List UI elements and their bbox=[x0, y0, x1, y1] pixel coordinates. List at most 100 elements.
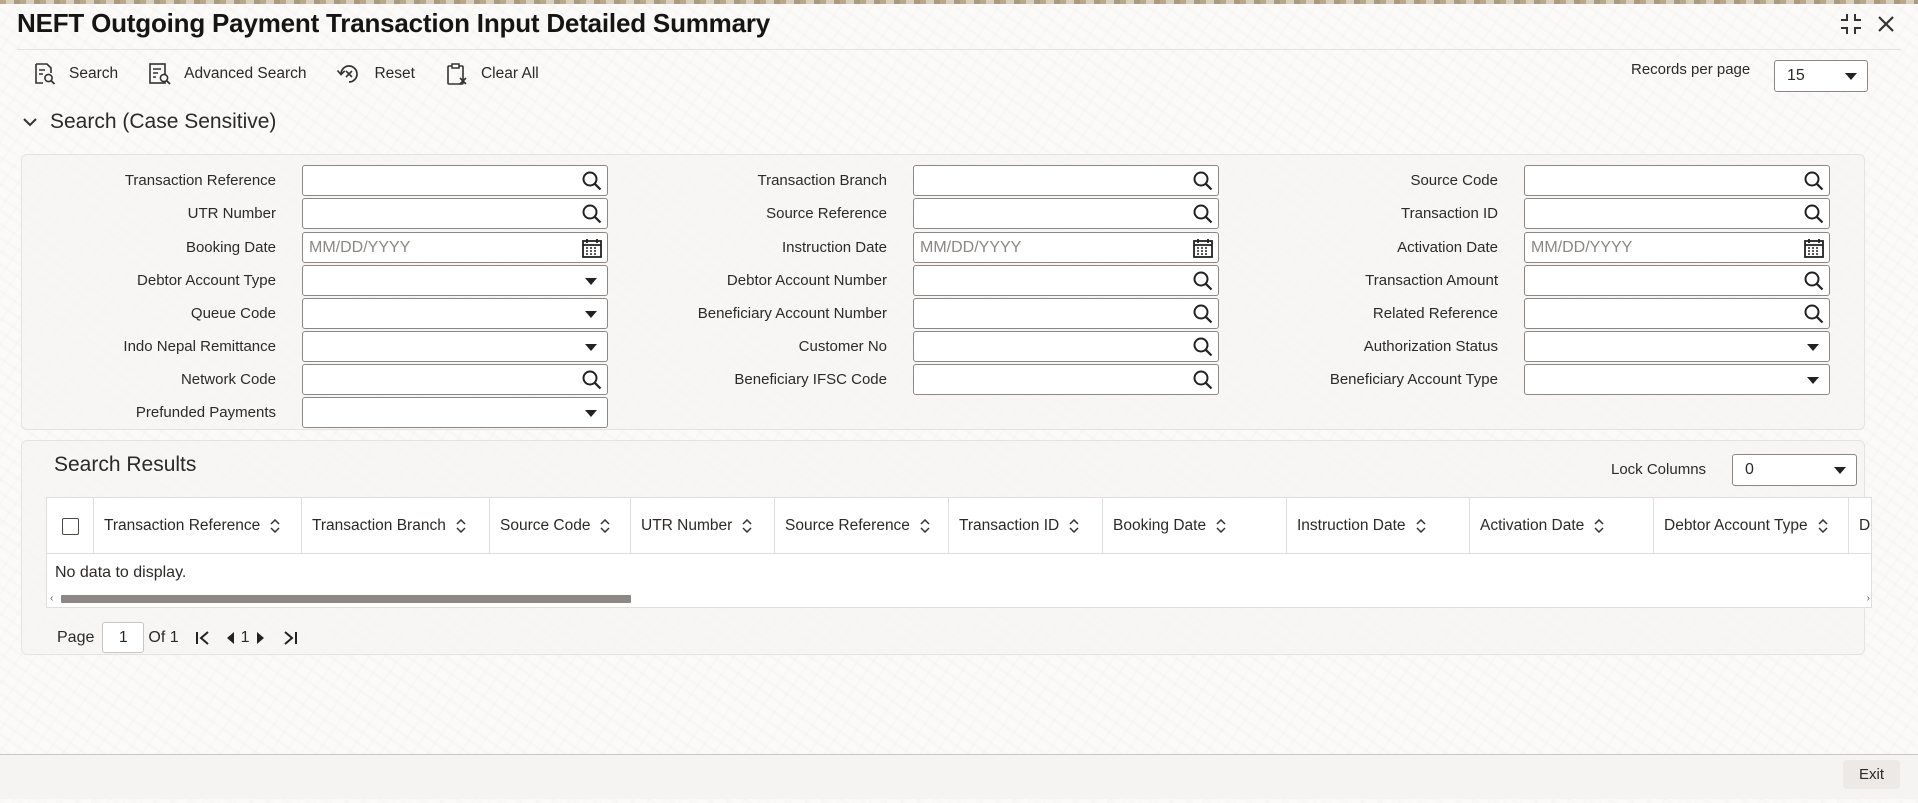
search-icon[interactable] bbox=[581, 369, 603, 391]
advanced-search-button[interactable]: Advanced Search bbox=[148, 62, 306, 86]
exit-button-label: Exit bbox=[1858, 766, 1884, 783]
calendar-icon[interactable] bbox=[1192, 237, 1214, 259]
page-number-value: 1 bbox=[118, 628, 128, 646]
column-header-label: De bbox=[1859, 517, 1871, 534]
scrollbar-thumb[interactable] bbox=[61, 595, 631, 603]
column-header-label: UTR Number bbox=[641, 517, 733, 534]
records-per-page-label: Records per page bbox=[1631, 61, 1751, 78]
chevron-down-icon bbox=[585, 278, 597, 285]
page-number-input[interactable]: 1 bbox=[102, 622, 145, 653]
calendar-icon[interactable] bbox=[581, 237, 603, 259]
page-of-label: Of 1 bbox=[148, 628, 179, 646]
advanced-search-button-label: Advanced Search bbox=[184, 65, 307, 82]
utr-number-input[interactable] bbox=[302, 198, 608, 229]
column-header-source-reference[interactable]: Source Reference bbox=[775, 498, 949, 554]
related-reference-input[interactable] bbox=[1524, 298, 1830, 329]
column-header-booking-date[interactable]: Booking Date bbox=[1103, 498, 1287, 554]
beneficiary-ifsc-code-label: Beneficiary IFSC Code bbox=[734, 371, 887, 388]
activation-date-input[interactable]: MM/DD/YYYY bbox=[1524, 232, 1830, 263]
search-icon[interactable] bbox=[1803, 270, 1825, 292]
maximize-icon[interactable] bbox=[1838, 11, 1864, 43]
search-icon[interactable] bbox=[1803, 170, 1825, 192]
records-per-page-select[interactable]: 15 bbox=[1774, 60, 1868, 92]
debtor-account-number-input[interactable] bbox=[913, 265, 1219, 296]
advanced-search-icon bbox=[149, 63, 171, 85]
results-grid: Transaction Reference Transaction Branch… bbox=[46, 497, 1872, 608]
lock-columns-select[interactable]: 0 bbox=[1732, 454, 1857, 486]
records-per-page-value: 15 bbox=[1787, 67, 1805, 84]
debtor-account-type-select[interactable] bbox=[302, 265, 608, 296]
reset-button[interactable]: Reset bbox=[336, 62, 415, 86]
beneficiary-account-type-select[interactable] bbox=[1524, 364, 1830, 395]
chevron-down-icon bbox=[1834, 467, 1846, 474]
current-page-number: 1 bbox=[240, 628, 250, 646]
search-icon[interactable] bbox=[1192, 170, 1214, 192]
column-header-transaction-reference[interactable]: Transaction Reference bbox=[94, 498, 302, 554]
search-icon[interactable] bbox=[1192, 303, 1214, 325]
search-icon[interactable] bbox=[581, 203, 603, 225]
toolbar: Search Advanced Search Reset Clear All bbox=[33, 62, 569, 86]
column-header-instruction-date[interactable]: Instruction Date bbox=[1287, 498, 1470, 554]
sort-icon bbox=[742, 519, 752, 533]
queue-code-select[interactable] bbox=[302, 298, 608, 329]
indo-nepal-remittance-select[interactable] bbox=[302, 331, 608, 362]
reset-button-label: Reset bbox=[374, 65, 415, 82]
source-code-input[interactable] bbox=[1524, 165, 1830, 196]
prefunded-payments-select[interactable] bbox=[302, 397, 608, 428]
scroll-right-icon[interactable]: › bbox=[1867, 593, 1870, 604]
empty-state-message: No data to display. bbox=[55, 564, 187, 581]
prefunded-payments-label: Prefunded Payments bbox=[135, 404, 276, 421]
transaction-amount-input[interactable] bbox=[1524, 265, 1830, 296]
beneficiary-ifsc-code-input[interactable] bbox=[913, 364, 1219, 395]
network-code-input[interactable] bbox=[302, 364, 608, 395]
transaction-branch-input[interactable] bbox=[913, 165, 1219, 196]
close-icon[interactable] bbox=[1876, 14, 1896, 40]
column-header-source-code[interactable]: Source Code bbox=[490, 498, 631, 554]
authorization-status-select[interactable] bbox=[1524, 331, 1830, 362]
page-label: Page bbox=[57, 628, 95, 646]
transaction-id-label: Transaction ID bbox=[1401, 205, 1498, 222]
column-header-truncated[interactable]: De bbox=[1849, 498, 1871, 554]
next-page-icon[interactable] bbox=[256, 631, 266, 645]
transaction-id-input[interactable] bbox=[1524, 198, 1830, 229]
sort-icon bbox=[1416, 519, 1426, 533]
column-header-transaction-id[interactable]: Transaction ID bbox=[949, 498, 1103, 554]
related-reference-label: Related Reference bbox=[1372, 305, 1498, 322]
column-header-activation-date[interactable]: Activation Date bbox=[1470, 498, 1654, 554]
search-icon[interactable] bbox=[1192, 203, 1214, 225]
source-reference-input[interactable] bbox=[913, 198, 1219, 229]
authorization-status-label: Authorization Status bbox=[1363, 338, 1498, 355]
search-button[interactable]: Search bbox=[33, 62, 118, 86]
select-all-checkbox[interactable] bbox=[62, 517, 79, 535]
instruction-date-input[interactable]: MM/DD/YYYY bbox=[913, 232, 1219, 263]
search-icon[interactable] bbox=[1192, 270, 1214, 292]
search-button-label: Search bbox=[69, 65, 119, 82]
booking-date-input[interactable]: MM/DD/YYYY bbox=[302, 232, 608, 263]
search-section-toggle[interactable]: Search (Case Sensitive) bbox=[22, 110, 276, 134]
calendar-icon[interactable] bbox=[1803, 237, 1825, 259]
search-icon[interactable] bbox=[581, 170, 603, 192]
first-page-icon[interactable] bbox=[195, 630, 211, 646]
scroll-left-icon[interactable]: ‹ bbox=[50, 593, 53, 604]
search-icon[interactable] bbox=[1803, 203, 1825, 225]
search-icon[interactable] bbox=[1803, 303, 1825, 325]
clear-all-button[interactable]: Clear All bbox=[445, 62, 539, 86]
booking-date-placeholder: MM/DD/YYYY bbox=[309, 238, 411, 256]
exit-button[interactable]: Exit bbox=[1843, 760, 1900, 789]
search-icon[interactable] bbox=[1192, 369, 1214, 391]
title-divider bbox=[17, 49, 1901, 50]
chevron-down-icon bbox=[585, 410, 597, 417]
customer-no-input[interactable] bbox=[913, 331, 1219, 362]
transaction-reference-input[interactable] bbox=[302, 165, 608, 196]
page-title: NEFT Outgoing Payment Transaction Input … bbox=[17, 8, 771, 38]
search-icon[interactable] bbox=[1192, 336, 1214, 358]
column-header-utr-number[interactable]: UTR Number bbox=[631, 498, 775, 554]
customer-no-label: Customer No bbox=[798, 338, 887, 355]
horizontal-scrollbar[interactable]: ‹ › bbox=[47, 593, 1871, 607]
column-header-transaction-branch[interactable]: Transaction Branch bbox=[302, 498, 490, 554]
last-page-icon[interactable] bbox=[282, 630, 298, 646]
column-header-label: Activation Date bbox=[1480, 517, 1585, 534]
previous-page-icon[interactable] bbox=[225, 631, 235, 645]
beneficiary-account-number-input[interactable] bbox=[913, 298, 1219, 329]
column-header-debtor-account-type[interactable]: Debtor Account Type bbox=[1654, 498, 1849, 554]
